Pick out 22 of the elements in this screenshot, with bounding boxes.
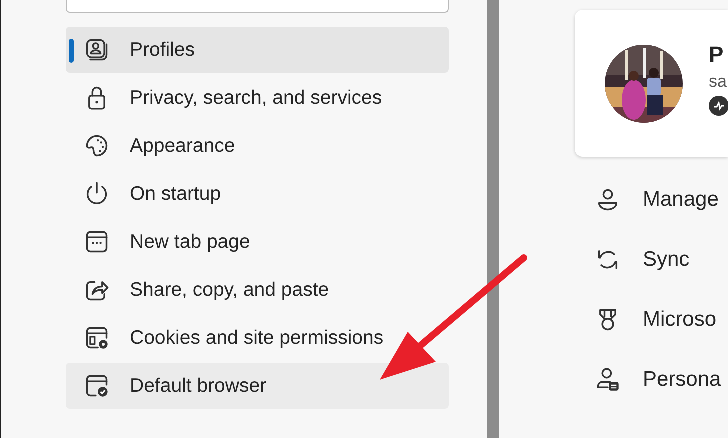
palette-icon	[84, 133, 110, 159]
sidebar-item[interactable]: Privacy, search, and services	[66, 75, 449, 121]
profile-menu-item[interactable]: Sync	[643, 248, 690, 272]
sidebar-item[interactable]: Appearance	[66, 123, 449, 169]
sidebar-item[interactable]: Profiles	[66, 27, 449, 73]
profile-email: sa	[709, 72, 728, 92]
sidebar-item[interactable]: New tab page	[66, 219, 449, 265]
browser-check-icon	[84, 373, 110, 399]
profile-menu-item[interactable]: Manage	[643, 188, 719, 212]
profile-menu-item[interactable]: Microso	[643, 308, 717, 332]
person-card-icon	[595, 367, 621, 393]
new-tab-icon	[84, 229, 110, 255]
sidebar-item[interactable]: On startup	[66, 171, 449, 217]
profile-menu-item[interactable]: Persona	[643, 368, 722, 392]
sidebar-item[interactable]: Share, copy, and paste	[66, 267, 449, 313]
cookies-icon	[84, 325, 110, 351]
profile-icon	[84, 37, 110, 63]
search-field[interactable]	[66, 0, 449, 13]
sidebar-item[interactable]: Default browser	[66, 363, 449, 409]
profile-name: P	[709, 42, 725, 68]
power-icon	[84, 181, 110, 207]
sidebar-item[interactable]: Cookies and site permissions	[66, 315, 449, 361]
